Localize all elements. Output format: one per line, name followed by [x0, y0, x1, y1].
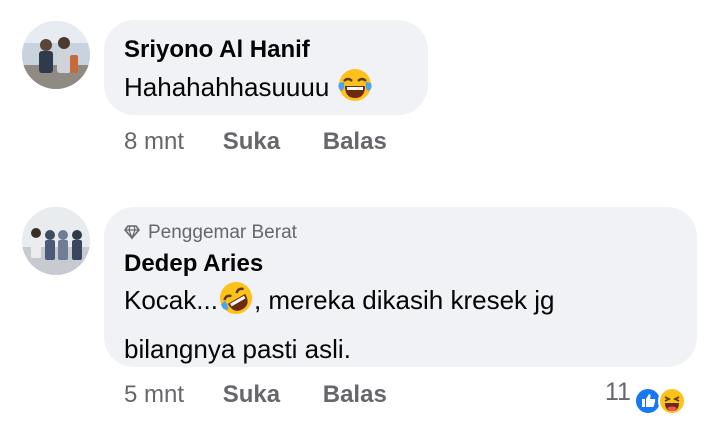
- comment-author[interactable]: Sriyono Al Hanif: [124, 36, 310, 64]
- comment-meta-1: 8 mnt Suka Balas: [124, 128, 387, 156]
- reaction-count: 11: [605, 378, 631, 406]
- comment-meta-2: 5 mnt Suka Balas: [124, 381, 387, 409]
- comment-time[interactable]: 8 mnt: [124, 128, 184, 155]
- laughing-tears-emoji: [337, 67, 373, 115]
- haha-reaction-icon: [657, 387, 686, 416]
- comment-text: Hahahahhasuuuu: [124, 66, 373, 115]
- diamond-icon: [124, 225, 140, 240]
- badge-label: Penggemar Berat: [148, 222, 297, 243]
- reply-button[interactable]: Balas: [323, 381, 387, 408]
- like-button[interactable]: Suka: [223, 128, 280, 155]
- comment-text-line2: bilangnya pasti asli.: [124, 334, 351, 364]
- reply-button[interactable]: Balas: [323, 128, 387, 155]
- rolling-laughing-emoji: [218, 280, 254, 328]
- comment-text: Kocak... , mereka dikasih kresek jg bila…: [124, 279, 684, 370]
- fan-badge: Penggemar Berat: [124, 222, 297, 244]
- comment-author[interactable]: Dedep Aries: [124, 250, 263, 278]
- avatar-sriyono[interactable]: [22, 21, 90, 89]
- avatar-dedep[interactable]: [22, 207, 90, 275]
- comment-time[interactable]: 5 mnt: [124, 381, 184, 408]
- reaction-summary[interactable]: 11: [605, 378, 687, 416]
- like-button[interactable]: Suka: [223, 381, 280, 408]
